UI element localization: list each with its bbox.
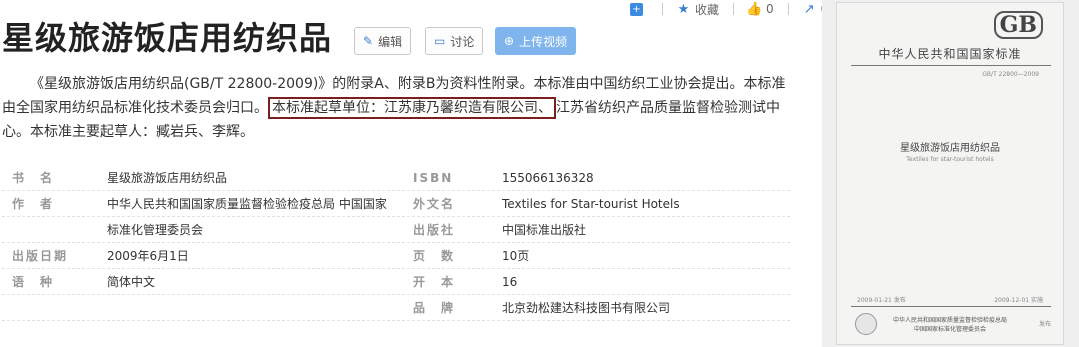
basic-info-table: 书 名 星级旅游饭店用纺织品 ISBN 155066136328 作 者 中华人… <box>2 165 790 321</box>
like-count: 0 <box>766 2 774 16</box>
cover-code: GB/T 22800—2009 <box>982 71 1039 78</box>
upload-label: 上传视频 <box>519 34 568 49</box>
info-label: 开 本 <box>413 275 456 289</box>
edit-label: 编辑 <box>378 34 403 49</box>
book-cover-image[interactable]: GB 中华人民共和国国家标准 GB/T 22800—2009 星级旅游饭店用纺织… <box>822 0 1079 347</box>
plus-circle-icon: ⊕ <box>504 34 515 48</box>
plus-icon: + <box>630 2 643 16</box>
info-label: 外文名 <box>413 197 456 211</box>
add-button[interactable]: + <box>630 2 648 16</box>
info-value: 16 <box>502 274 518 289</box>
info-value: Textiles for Star-tourist Hotels <box>502 196 680 211</box>
drafting-unit-highlight: 本标准起草单位：江苏康乃馨织造有限公司、 <box>268 97 556 119</box>
collect-label: 收藏 <box>695 2 720 17</box>
info-value: 2009年6月1日 <box>107 249 189 263</box>
info-value: 155066136328 <box>502 170 594 185</box>
comment-icon: ▭ <box>434 34 446 48</box>
edit-button[interactable]: ✎ 编辑 <box>354 27 412 55</box>
divider <box>733 3 735 15</box>
cover-title: 星级旅游饭店用纺织品 <box>900 143 1000 154</box>
summary-paragraph: 《星级旅游饭店用纺织品(GB/T 22800-2009)》的附录A、附录B为资料… <box>2 72 792 144</box>
info-label: 语 种 <box>12 275 55 289</box>
share-icon: ↗ <box>803 1 815 17</box>
cover-issue-date: 2009-01-21 发布 <box>857 297 906 304</box>
cover-issuer-1: 中华人民共和国国家质量监督检验检疫总局 <box>892 317 1007 324</box>
table-row: 作 者 中华人民共和国国家质量监督检验检疫总局 中国国家 外文名 Textile… <box>2 191 790 217</box>
page-title: 星级旅游饭店用纺织品 <box>2 19 333 57</box>
table-row: 标准化管理委员会 出版社 中国标准出版社 <box>2 217 790 243</box>
info-value: 星级旅游饭店用纺织品 <box>107 171 228 185</box>
info-label: ISBN <box>413 170 454 185</box>
divider <box>662 3 663 15</box>
collect-button[interactable]: ★ 收藏 <box>677 1 719 18</box>
info-label: 书 名 <box>12 171 55 185</box>
info-label: 作 者 <box>12 197 55 211</box>
info-value: 中华人民共和国国家质量监督检验检疫总局 中国国家 <box>107 197 387 211</box>
table-row: 书 名 星级旅游饭店用纺织品 ISBN 155066136328 <box>2 165 790 191</box>
cover-impl-date: 2009-12-01 实施 <box>994 297 1043 304</box>
discuss-label: 讨论 <box>450 34 475 49</box>
star-icon: ★ <box>677 1 690 17</box>
gb-logo: GB <box>993 11 1043 39</box>
info-label: 品 牌 <box>413 301 456 315</box>
divider <box>787 3 789 15</box>
cover-issue-word: 发布 <box>1038 321 1051 328</box>
info-value: 北京劲松建达科技图书有限公司 <box>502 301 671 315</box>
thumbs-up-icon: 👍 <box>746 1 763 17</box>
cover-page: GB 中华人民共和国国家标准 GB/T 22800—2009 星级旅游饭店用纺织… <box>836 2 1064 345</box>
info-label: 页 数 <box>413 249 456 263</box>
table-row: 语 种 简体中文 开 本 16 <box>2 269 790 295</box>
divider <box>851 65 1051 66</box>
pencil-icon: ✎ <box>363 34 374 48</box>
cover-issuer-2: 中国国家标准化管理委员会 <box>913 326 986 333</box>
info-value: 标准化管理委员会 <box>107 223 204 237</box>
upload-video-button[interactable]: ⊕ 上传视频 <box>495 27 577 55</box>
table-row: 品 牌 北京劲松建达科技图书有限公司 <box>2 295 790 321</box>
info-value: 简体中文 <box>107 275 156 289</box>
table-row: 出版日期 2009年6月1日 页 数 10页 <box>2 243 790 269</box>
info-value: 10页 <box>502 249 530 263</box>
info-label: 出版社 <box>413 223 456 237</box>
divider <box>851 306 1051 307</box>
cover-subtitle: Textiles for star-tourist hotels <box>906 156 994 163</box>
action-toolbar: + ★ 收藏 👍 0 ↗ 0 <box>630 0 842 18</box>
discuss-button[interactable]: ▭ 讨论 <box>425 27 484 55</box>
like-button[interactable]: 👍 0 <box>746 1 774 17</box>
info-label: 出版日期 <box>12 249 69 263</box>
cover-header: 中华人民共和国国家标准 <box>878 47 1022 61</box>
info-value: 中国标准出版社 <box>502 223 587 237</box>
